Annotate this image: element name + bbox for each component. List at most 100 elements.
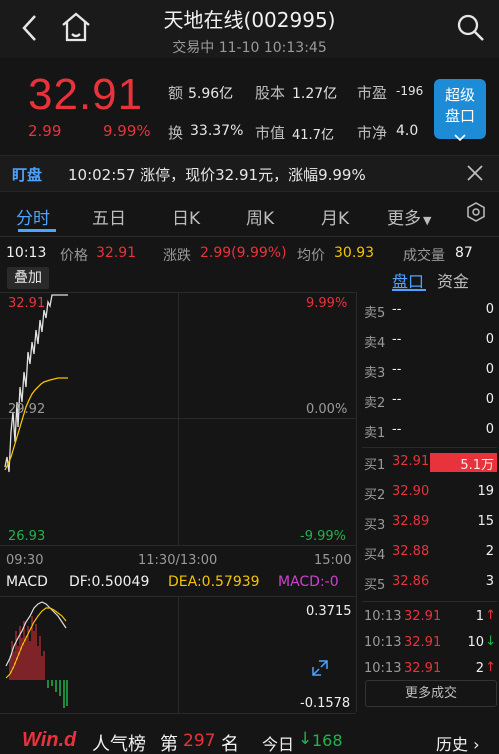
macd-axis-bottom: -0.1578 xyxy=(300,696,351,711)
ask-price: -- xyxy=(392,302,402,317)
turnover-value: 33.37% xyxy=(190,123,244,139)
ask-price: -- xyxy=(392,332,402,347)
macd-green-bars xyxy=(47,680,68,708)
bid-trade-divider xyxy=(362,601,497,602)
price-change: 2.99 xyxy=(28,122,62,140)
ask-volume: 0 xyxy=(485,302,494,317)
orderbook-bid-row[interactable]: 买5 32.86 3 xyxy=(364,568,498,598)
rank-value: 297 xyxy=(183,731,216,751)
macd-df: DF:0.50049 xyxy=(69,574,150,590)
history-label: 历史 xyxy=(436,735,469,754)
caret-down-icon: ▼ xyxy=(423,214,432,227)
super-orderbook-button[interactable]: 超级 盘口 xyxy=(434,79,486,142)
arrow-down-icon: ↓ xyxy=(298,729,313,749)
orderbook-ask-row[interactable]: 卖4 -- 0 xyxy=(364,326,498,356)
ask-label: 卖5 xyxy=(364,306,386,321)
alert-text: 10:02:57 涨停，现价32.91元，涨幅9.99% xyxy=(68,166,366,184)
ask-volume: 0 xyxy=(485,362,494,377)
orderbook-bid-row[interactable]: 买4 32.88 2 xyxy=(364,538,498,568)
history-link[interactable]: 历史 › xyxy=(436,731,480,754)
arrow-up-icon: ↑ xyxy=(485,660,496,675)
rank-prefix: 第 xyxy=(160,734,178,754)
arrow-down-icon: ↓ xyxy=(485,634,496,649)
trade-price: 32.91 xyxy=(404,609,442,624)
rank-label: 人气榜 xyxy=(92,734,146,754)
ask-label: 卖2 xyxy=(364,396,386,411)
bid-label: 买2 xyxy=(364,488,386,503)
bid-volume: 2 xyxy=(485,544,494,559)
orderbook-bid-row[interactable]: 买3 32.89 15 xyxy=(364,508,498,538)
pb-value: 4.0 xyxy=(396,123,419,139)
today-value: 168 xyxy=(312,731,343,750)
active-tab-indicator xyxy=(18,229,56,232)
chevron-right-icon: › xyxy=(468,735,480,754)
macd-axis-top: 0.3715 xyxy=(306,604,352,619)
orderbook-bid-row[interactable]: 买2 32.90 19 xyxy=(364,478,498,508)
mktcap-label: 市值 xyxy=(255,124,286,142)
pb-label: 市净 xyxy=(357,124,388,142)
ask-price: -- xyxy=(392,392,402,407)
x-end: 15:00 xyxy=(314,553,352,568)
amount-value: 5.96亿 xyxy=(188,86,234,102)
macd-dea: DEA:0.57939 xyxy=(168,574,260,590)
current-price: 32.91 xyxy=(28,70,144,119)
x-start: 09:30 xyxy=(6,553,44,568)
info-change: 2.99(9.99%) xyxy=(200,245,287,261)
bid-price: 32.90 xyxy=(392,484,430,499)
bid-volume: 5.1万 xyxy=(460,458,494,473)
tab-daily-k[interactable]: 日K xyxy=(172,204,200,229)
macd-label[interactable]: MACD xyxy=(6,574,48,590)
y-right-bottom: -9.99% xyxy=(300,529,346,544)
close-icon[interactable] xyxy=(466,164,484,182)
trade-volume: 1 xyxy=(475,609,484,624)
trade-volume: 10 xyxy=(467,635,484,650)
ask-bid-divider xyxy=(362,447,497,448)
orderbook-ask-row[interactable]: 卖5 -- 0 xyxy=(364,296,498,326)
tab-five-day[interactable]: 五日 xyxy=(92,204,126,229)
bid-label: 买4 xyxy=(364,548,386,563)
trade-price: 32.91 xyxy=(404,635,442,650)
arrow-up-icon: ↑ xyxy=(485,608,496,623)
macd-chart[interactable]: 0.3715 -0.1578 xyxy=(0,596,356,714)
ask-label: 卖4 xyxy=(364,336,386,351)
y-right-mid: 0.00% xyxy=(306,402,348,417)
expand-icon[interactable] xyxy=(310,658,330,678)
bid-price: 32.88 xyxy=(392,544,430,559)
y-right-top: 9.99% xyxy=(306,296,348,311)
orderbook-ask-row[interactable]: 卖3 -- 0 xyxy=(364,356,498,386)
overlay-button[interactable]: 叠加 xyxy=(7,267,49,289)
tab-monthly-k[interactable]: 月K xyxy=(321,204,349,229)
trade-time: 10:13 xyxy=(364,635,402,650)
orderbook-ask-row[interactable]: 卖2 -- 0 xyxy=(364,386,498,416)
ask-price: -- xyxy=(392,362,402,377)
ask-volume: 0 xyxy=(485,392,494,407)
orderbook-ask-row[interactable]: 卖1 -- 0 xyxy=(364,416,498,446)
orderbook-bid-row[interactable]: 买1 32.91 5.1万 xyxy=(364,448,498,478)
super-orderbook-label: 超级 盘口 xyxy=(444,86,475,125)
trading-status: 交易中 11-10 10:13:45 xyxy=(172,40,327,56)
tab-capital-flow[interactable]: 资金 xyxy=(437,268,469,292)
panel-divider xyxy=(356,292,357,712)
search-icon[interactable] xyxy=(456,13,486,43)
macd-red-bars xyxy=(9,616,45,680)
y-left-top: 32.91 xyxy=(8,296,46,311)
y-left-bottom: 26.93 xyxy=(8,529,46,544)
capital-value: 1.27亿 xyxy=(292,86,338,102)
today-label: 今日 xyxy=(262,735,295,754)
bid-volume: 3 xyxy=(485,574,494,589)
bid-volume: 19 xyxy=(477,484,494,499)
bid-label: 买5 xyxy=(364,578,386,593)
tab-intraday[interactable]: 分时 xyxy=(16,204,50,229)
capital-label: 股本 xyxy=(255,84,286,102)
tab-more[interactable]: 更多 ▼ xyxy=(387,204,431,229)
more-trades-button[interactable]: 更多成交 xyxy=(365,680,497,707)
ask-volume: 0 xyxy=(485,332,494,347)
info-change-label: 涨跌 xyxy=(163,248,191,264)
tab-weekly-k[interactable]: 周K xyxy=(246,204,274,229)
watch-tag: 盯盘 xyxy=(12,166,43,184)
settings-icon[interactable] xyxy=(466,202,486,222)
chevron-down-icon xyxy=(454,134,466,142)
turnover-label: 换 xyxy=(168,124,184,142)
tabs-divider xyxy=(0,236,499,237)
intraday-chart[interactable]: 32.91 29.92 26.93 9.99% 0.00% -9.99% xyxy=(0,292,356,546)
